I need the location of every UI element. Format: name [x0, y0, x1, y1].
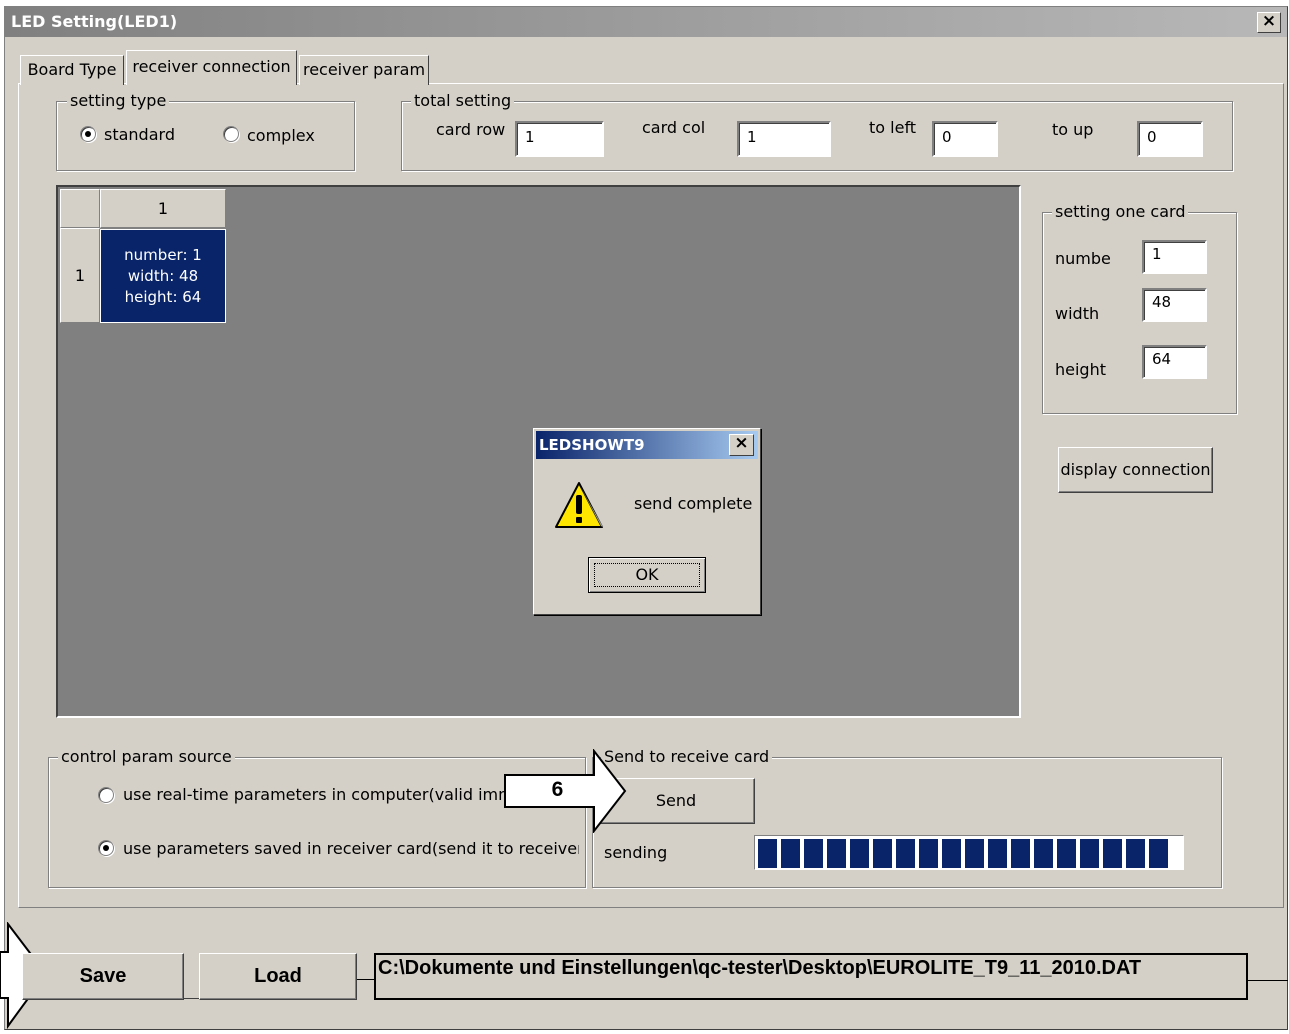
progress-segment	[942, 839, 961, 868]
progress-segment	[1034, 839, 1053, 868]
setting-one-card-legend: setting one card	[1052, 203, 1189, 221]
grid-row-header: 1	[60, 228, 100, 323]
to-up-input[interactable]: 0	[1137, 121, 1203, 157]
progress-segment	[1057, 839, 1076, 868]
warning-icon	[554, 480, 604, 530]
dialog-ok-label: OK	[594, 563, 700, 587]
card-height-input[interactable]: 64	[1142, 345, 1207, 379]
button-gap-line	[184, 998, 199, 999]
card-col-label: card col	[642, 118, 706, 137]
dialog-ok-button[interactable]: OK	[588, 557, 706, 593]
complex-label[interactable]: complex	[247, 126, 315, 146]
standard-radio[interactable]	[80, 126, 96, 142]
progress-segment	[873, 839, 892, 868]
card-height-label: height	[1055, 360, 1106, 379]
progress-segment	[850, 839, 869, 868]
saved-params-radio[interactable]	[98, 840, 114, 856]
window-titlebar[interactable]	[5, 7, 1287, 37]
card-width-label: width	[1055, 304, 1100, 323]
connector-line-right	[1247, 980, 1288, 981]
progress-segment	[896, 839, 915, 868]
card-number-input[interactable]: 1	[1142, 240, 1207, 274]
dialog-message: send complete	[634, 494, 753, 513]
card-width-text: width: 48	[127, 267, 199, 285]
complex-radio[interactable]	[223, 126, 239, 142]
save-button[interactable]: Save	[22, 953, 184, 1000]
file-path-display: C:\Dokumente und Einstellungen\qc-tester…	[374, 953, 1248, 1000]
progress-segment	[1080, 839, 1099, 868]
progress-segment	[758, 839, 777, 868]
progress-segment	[1103, 839, 1122, 868]
step-number: 6	[551, 778, 564, 801]
progress-segment	[1126, 839, 1145, 868]
card-number-label: numbe	[1055, 249, 1111, 268]
card-number-text: number: 1	[124, 246, 202, 264]
card-row-input[interactable]: 1	[515, 121, 604, 157]
setting-type-legend: setting type	[67, 92, 170, 110]
card-row-label: card row	[436, 120, 506, 139]
to-left-input[interactable]: 0	[932, 121, 998, 157]
tab-receiver-param[interactable]: receiver param	[299, 55, 429, 85]
card-width-input[interactable]: 48	[1142, 288, 1207, 322]
control-param-source-legend: control param source	[58, 748, 235, 766]
progress-segment	[965, 839, 984, 868]
standard-label[interactable]: standard	[104, 125, 175, 145]
grid-corner-cell	[60, 189, 100, 228]
sending-status-label: sending	[604, 843, 668, 862]
realtime-params-radio[interactable]	[98, 787, 114, 803]
card-col-input[interactable]: 1	[737, 121, 831, 157]
progress-segment	[1149, 839, 1168, 868]
progress-segment	[988, 839, 1007, 868]
receiver-card-cell[interactable]: number: 1 width: 48 height: 64	[100, 229, 226, 323]
to-left-label: to left	[869, 118, 917, 137]
connector-line-left	[357, 979, 375, 980]
progress-segment	[781, 839, 800, 868]
dialog-close-button[interactable]: ×	[729, 434, 754, 456]
progress-segment	[1011, 839, 1030, 868]
dialog-title: LEDSHOWT9	[539, 436, 645, 454]
to-up-label: to up	[1052, 120, 1094, 139]
saved-params-label[interactable]: use parameters saved in receiver card(se…	[123, 839, 579, 859]
grid-col-header: 1	[100, 189, 226, 228]
window-title: LED Setting(LED1)	[11, 12, 178, 31]
display-connection-button[interactable]: display connection	[1058, 447, 1213, 493]
progress-segment	[827, 839, 846, 868]
card-height-text: height: 64	[124, 288, 202, 306]
total-setting-legend: total setting	[411, 92, 515, 110]
tab-receiver-connection[interactable]: receiver connection	[126, 50, 297, 85]
progress-segment	[919, 839, 938, 868]
progress-segment	[804, 839, 823, 868]
realtime-params-label[interactable]: use real-time parameters in computer(val…	[123, 785, 508, 805]
load-button[interactable]: Load	[199, 953, 357, 1000]
tab-board-type[interactable]: Board Type	[20, 55, 124, 85]
window-close-button[interactable]: ×	[1257, 12, 1281, 33]
send-progress-bar	[754, 835, 1184, 870]
